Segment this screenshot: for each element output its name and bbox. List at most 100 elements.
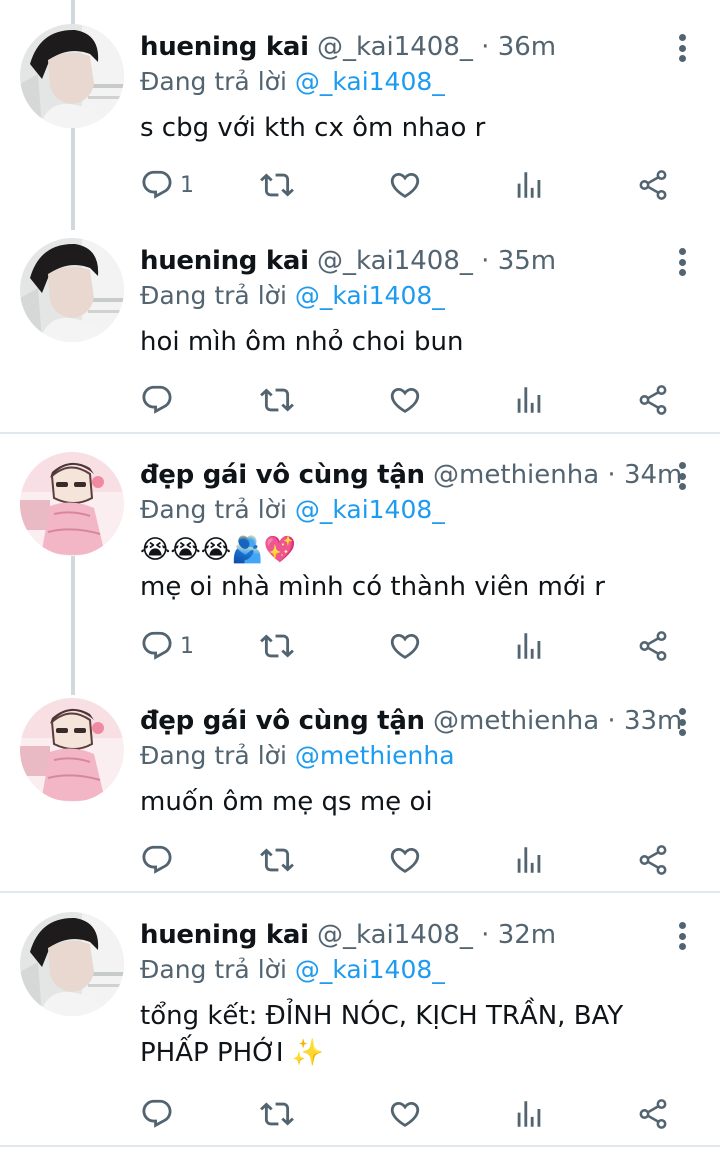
tweet-text: 😭😭😭🫂💖 mẹ oi nhà mình có thành viên mới r bbox=[140, 532, 605, 606]
timestamp[interactable]: 35m bbox=[498, 246, 556, 276]
reply-button[interactable] bbox=[140, 840, 180, 880]
tweet-text-line: tổng kết: ĐỈNH NÓC, KỊCH TRẦN, BAY bbox=[140, 1001, 624, 1031]
boy-avatar-image bbox=[20, 238, 124, 342]
reply-prefix: Đang trả lời bbox=[140, 741, 287, 770]
reply-button[interactable] bbox=[140, 1094, 180, 1134]
tweet-text-line: PHẤP PHỚI ✨ bbox=[140, 1038, 325, 1068]
reply-button[interactable]: 1 bbox=[140, 165, 194, 205]
share-button[interactable] bbox=[636, 626, 670, 666]
share-icon bbox=[639, 385, 667, 415]
reply-mention[interactable]: @_kai1408_ bbox=[295, 495, 445, 524]
retweet-button[interactable] bbox=[260, 1094, 294, 1134]
username[interactable]: @methienha bbox=[433, 460, 599, 490]
replying-to: Đang trả lời @_kai1408_ bbox=[140, 494, 445, 526]
cartoon-avatar-image bbox=[20, 452, 124, 556]
reply-button[interactable] bbox=[140, 380, 180, 420]
reply-prefix: Đang trả lời bbox=[140, 955, 287, 984]
more-icon[interactable] bbox=[670, 248, 694, 278]
reply-icon bbox=[142, 845, 172, 874]
share-icon bbox=[639, 845, 667, 875]
reply-mention[interactable]: @methienha bbox=[295, 741, 455, 770]
retweet-button[interactable] bbox=[260, 165, 294, 205]
retweet-button[interactable] bbox=[260, 840, 294, 880]
tweet-text: hoi mìh ôm nhỏ choi bun bbox=[140, 324, 463, 361]
share-button[interactable] bbox=[636, 1094, 670, 1134]
retweet-button[interactable] bbox=[260, 626, 294, 666]
reply-count: 1 bbox=[180, 172, 194, 198]
cartoon-avatar-image bbox=[20, 698, 124, 802]
display-name[interactable]: huening kai bbox=[140, 246, 309, 276]
views-icon bbox=[517, 1101, 541, 1127]
separator-dot: · bbox=[481, 246, 490, 276]
retweet-icon bbox=[260, 634, 294, 658]
avatar[interactable] bbox=[20, 698, 124, 802]
display-name[interactable]: đẹp gái vô cùng tận bbox=[140, 460, 425, 490]
tweet-text-line: hoi mìh ôm nhỏ choi bun bbox=[140, 327, 464, 357]
username[interactable]: @_kai1408_ bbox=[317, 920, 473, 950]
tweet-text-line: muốn ôm mẹ qs mẹ oi bbox=[140, 787, 433, 817]
views-button[interactable] bbox=[512, 840, 546, 880]
retweet-icon bbox=[260, 848, 294, 872]
views-button[interactable] bbox=[512, 380, 546, 420]
like-button[interactable] bbox=[388, 626, 422, 666]
reply-mention[interactable]: @_kai1408_ bbox=[295, 67, 445, 96]
views-icon bbox=[517, 172, 541, 198]
tweet-header: huening kai @_kai1408_ · 36m bbox=[140, 30, 660, 64]
timestamp[interactable]: 36m bbox=[498, 32, 556, 62]
tweet-text: muốn ôm mẹ qs mẹ oi bbox=[140, 784, 433, 821]
replying-to: Đang trả lời @_kai1408_ bbox=[140, 66, 445, 98]
like-button[interactable] bbox=[388, 165, 422, 205]
views-button[interactable] bbox=[512, 165, 546, 205]
display-name[interactable]: huening kai bbox=[140, 32, 309, 62]
reply-icon bbox=[142, 170, 172, 199]
like-button[interactable] bbox=[388, 840, 422, 880]
tweet[interactable]: đẹp gái vô cùng tận @methienha · 34m Đan… bbox=[0, 448, 720, 676]
reply-prefix: Đang trả lời bbox=[140, 495, 287, 524]
separator-dot: · bbox=[481, 920, 490, 950]
tweet[interactable]: đẹp gái vô cùng tận @methienha · 33m Đan… bbox=[0, 694, 720, 890]
separator-dot: · bbox=[607, 706, 616, 736]
tweet-header: huening kai @_kai1408_ · 32m bbox=[140, 918, 660, 952]
share-icon bbox=[639, 1099, 667, 1129]
tweet-text-line: mẹ oi nhà mình có thành viên mới r bbox=[140, 572, 605, 602]
avatar[interactable] bbox=[20, 452, 124, 556]
reply-button[interactable]: 1 bbox=[140, 626, 194, 666]
tweet[interactable]: huening kai @_kai1408_ · 32m Đang trả lờ… bbox=[0, 908, 720, 1140]
share-button[interactable] bbox=[636, 165, 670, 205]
action-bar bbox=[140, 1094, 700, 1134]
tweet-header: đẹp gái vô cùng tận @methienha · 33m bbox=[140, 704, 682, 738]
divider bbox=[0, 432, 720, 434]
retweet-button[interactable] bbox=[260, 380, 294, 420]
retweet-icon bbox=[260, 173, 294, 197]
retweet-icon bbox=[260, 388, 294, 412]
tweet[interactable]: huening kai @_kai1408_ · 35m Đang trả lờ… bbox=[0, 234, 720, 434]
tweet-emoji-line: 😭😭😭🫂💖 bbox=[140, 535, 296, 565]
reply-icon bbox=[142, 1099, 172, 1128]
reply-mention[interactable]: @_kai1408_ bbox=[295, 955, 445, 984]
views-button[interactable] bbox=[512, 1094, 546, 1134]
username[interactable]: @methienha bbox=[433, 706, 599, 736]
more-icon[interactable] bbox=[670, 708, 694, 738]
avatar[interactable] bbox=[20, 238, 124, 342]
more-icon[interactable] bbox=[670, 462, 694, 492]
replying-to: Đang trả lời @_kai1408_ bbox=[140, 954, 445, 986]
timestamp[interactable]: 32m bbox=[498, 920, 556, 950]
avatar[interactable] bbox=[20, 912, 124, 1016]
display-name[interactable]: huening kai bbox=[140, 920, 309, 950]
display-name[interactable]: đẹp gái vô cùng tận bbox=[140, 706, 425, 736]
avatar[interactable] bbox=[20, 24, 124, 128]
more-icon[interactable] bbox=[670, 34, 694, 64]
share-button[interactable] bbox=[636, 380, 670, 420]
reply-mention[interactable]: @_kai1408_ bbox=[295, 281, 445, 310]
tweet-header: đẹp gái vô cùng tận @methienha · 34m bbox=[140, 458, 682, 492]
username[interactable]: @_kai1408_ bbox=[317, 32, 473, 62]
views-button[interactable] bbox=[512, 626, 546, 666]
divider bbox=[0, 891, 720, 893]
more-icon[interactable] bbox=[670, 922, 694, 952]
reply-prefix: Đang trả lời bbox=[140, 281, 287, 310]
like-button[interactable] bbox=[388, 1094, 422, 1134]
share-button[interactable] bbox=[636, 840, 670, 880]
username[interactable]: @_kai1408_ bbox=[317, 246, 473, 276]
like-button[interactable] bbox=[388, 380, 422, 420]
tweet[interactable]: huening kai @_kai1408_ · 36m Đang trả lờ… bbox=[0, 20, 720, 220]
